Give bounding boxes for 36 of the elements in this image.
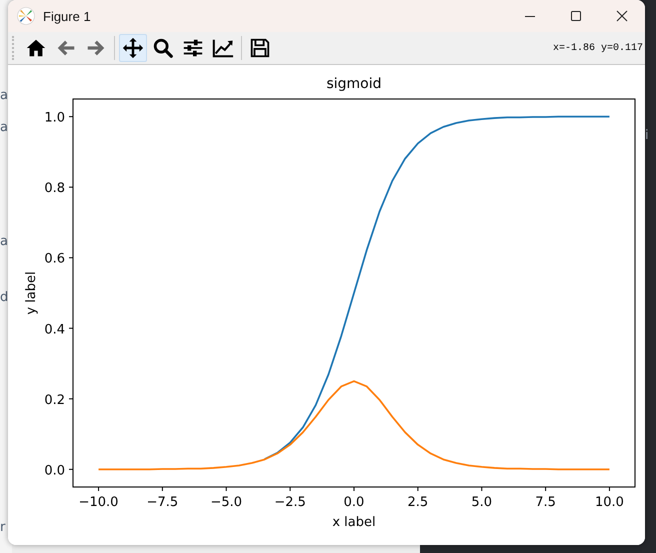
pan-tool-button[interactable] (119, 34, 147, 62)
y-tick-label: 0.2 (44, 392, 65, 408)
x-tick-label: 0.0 (344, 495, 364, 510)
background-text: a (0, 234, 8, 250)
y-tick-label: 1.0 (44, 110, 65, 126)
chart-title: sigmoid (326, 76, 382, 92)
search-icon (152, 37, 174, 59)
y-tick-label: 0.6 (44, 252, 65, 267)
x-tick-label: −10.0 (78, 495, 118, 510)
background-text: r (0, 520, 6, 536)
y-tick-label: 0.8 (44, 181, 65, 196)
x-tick-label: 7.5 (535, 495, 556, 510)
save-icon (249, 37, 271, 59)
sliders-icon (182, 37, 204, 59)
background-text: a (0, 120, 8, 136)
background-text: d (0, 290, 8, 306)
background-text: a (0, 88, 8, 104)
x-tick-label: 10.0 (594, 495, 624, 510)
home-icon (25, 37, 47, 59)
x-tick-label: −7.5 (146, 495, 178, 510)
app-logo-icon (17, 7, 35, 25)
x-tick-label: 5.0 (471, 495, 492, 510)
move-arrows-icon (122, 37, 144, 59)
maximize-icon (570, 10, 582, 22)
y-tick-label: 0.4 (44, 322, 65, 338)
x-axis-label: x label (332, 515, 376, 530)
y-axis-label: y label (24, 271, 39, 315)
x-tick-label: −5.0 (210, 495, 242, 510)
x-tick-label: 2.5 (408, 495, 428, 510)
y-tick-label: 0.0 (44, 463, 65, 478)
close-icon (616, 10, 628, 22)
cursor-coordinates: x=-1.86 y=0.117 (552, 42, 643, 54)
background-text: i (645, 128, 649, 144)
line-chart-icon (212, 37, 234, 59)
x-tick-label: −2.5 (274, 495, 306, 510)
window-title: Figure 1 (43, 8, 92, 24)
